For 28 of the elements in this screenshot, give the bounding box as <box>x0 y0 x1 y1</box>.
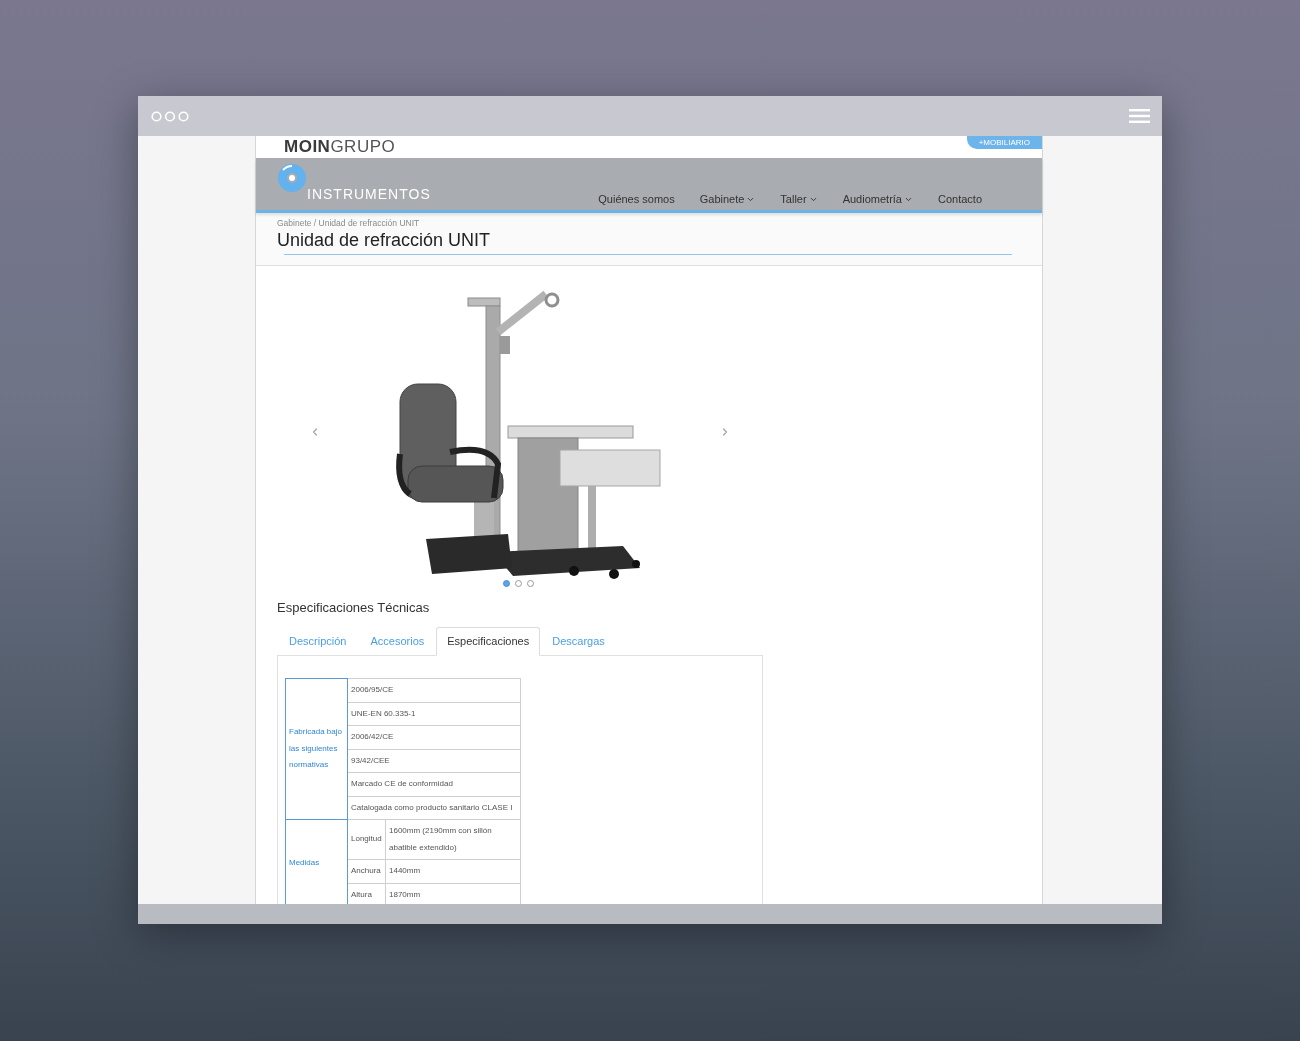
nav-link[interactable]: Gabinete <box>699 192 756 206</box>
page-title: Unidad de refracción UNIT <box>277 229 491 251</box>
menu-icon[interactable] <box>1129 109 1150 123</box>
nav-link[interactable]: Taller <box>780 192 818 206</box>
brand-logo: MOINGRUPO <box>284 137 396 157</box>
table-cell: 1440mm <box>385 859 521 883</box>
table-cell: 2006/95/CE <box>347 678 521 702</box>
table-cell: Anchura <box>347 859 386 883</box>
table-cell: UNE-EN 60.335-1 <box>347 702 521 726</box>
table-cell: Marcado CE de conformidad <box>347 772 521 796</box>
table-cell: Longitud <box>347 819 386 860</box>
tab[interactable]: Descripción <box>277 627 359 655</box>
window-dots-icon <box>151 110 189 122</box>
tab[interactable]: Accesorios <box>358 627 437 655</box>
nav-link[interactable]: Contacto <box>937 192 982 206</box>
table-cell: 1600mm (2190mm con sillón abatible extendido) <box>385 819 521 860</box>
tab[interactable]: Descargas <box>540 627 617 655</box>
tab[interactable]: Especificaciones <box>436 627 541 656</box>
site-name: INSTRUMENTOS <box>307 186 431 202</box>
breadcrumb: Gabinete / Unidad de refracción UNIT <box>277 217 420 229</box>
table-cell: 2006/42/CE <box>347 725 521 749</box>
table-cell: Catalogada como producto sanitario CLASE I <box>347 796 521 820</box>
nav-link[interactable]: Audiometría <box>842 192 913 206</box>
nav-link[interactable]: Quiénes somos <box>598 192 675 206</box>
section-heading: Especificaciones Técnicas <box>277 600 430 616</box>
table-cell: 93/42/CEE <box>347 749 521 773</box>
disc-logo-icon <box>277 163 307 193</box>
table-row-header: Fabricada bajo las siguientes normativas <box>285 678 348 820</box>
